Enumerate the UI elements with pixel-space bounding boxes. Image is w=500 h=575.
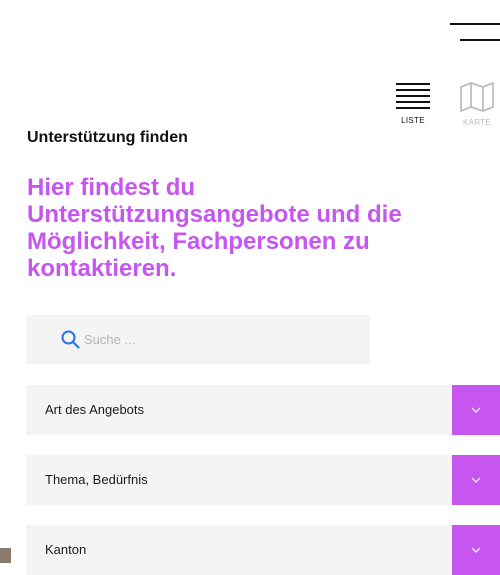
filter-label: Kanton xyxy=(45,542,87,557)
view-list-button[interactable]: LISTE xyxy=(391,82,435,132)
chevron-down-icon xyxy=(471,547,481,553)
map-icon xyxy=(460,82,494,112)
search-icon xyxy=(61,330,80,349)
view-map-button[interactable]: KARTE xyxy=(455,82,499,132)
filter-art-des-angebots[interactable]: Art des Angebots xyxy=(26,385,500,435)
hamburger-menu-icon-line xyxy=(460,39,500,41)
search-box[interactable] xyxy=(26,315,370,364)
hamburger-menu-icon xyxy=(450,23,500,25)
filter-label: Thema, Bedürfnis xyxy=(45,472,148,487)
view-map-label: KARTE xyxy=(462,118,492,127)
chevron-down-icon xyxy=(471,477,481,483)
page-title: Unterstützung finden xyxy=(27,129,188,146)
chevron-down-icon xyxy=(471,407,481,413)
filter-toggle-button[interactable] xyxy=(452,455,500,505)
view-list-label: LISTE xyxy=(401,116,425,125)
list-icon xyxy=(396,83,430,109)
search-input[interactable] xyxy=(84,315,354,364)
filter-toggle-button[interactable] xyxy=(452,525,500,575)
filter-kanton[interactable]: Kanton xyxy=(26,525,500,575)
edge-image-fragment xyxy=(0,548,11,563)
filter-toggle-button[interactable] xyxy=(452,385,500,435)
intro-text: Hier findest du Unterstützungsangebote u… xyxy=(27,174,402,282)
filter-label: Art des Angebots xyxy=(45,402,145,417)
hamburger-menu-button[interactable] xyxy=(446,16,500,48)
filter-thema-beduerfnis[interactable]: Thema, Bedürfnis xyxy=(26,455,500,505)
